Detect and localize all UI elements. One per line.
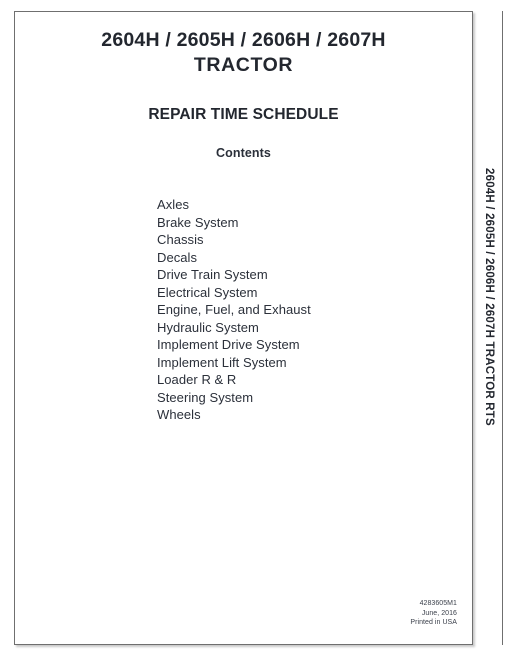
contents-list-item[interactable]: Implement Drive System <box>157 336 311 354</box>
contents-list-item[interactable]: Engine, Fuel, and Exhaust <box>157 301 311 319</box>
contents-list-item[interactable]: Electrical System <box>157 284 311 302</box>
title-block: 2604H / 2605H / 2606H / 2607H TRACTOR <box>14 28 473 78</box>
contents-list: Axles Brake System Chassis Decals Drive Trai… <box>157 196 311 424</box>
spine-label-text: 2604H / 2605H / 2606H / 2607H TRACTOR RT… <box>482 168 495 426</box>
section-title: REPAIR TIME SCHEDULE <box>148 106 339 123</box>
contents-list-item[interactable]: Decals <box>157 249 311 267</box>
contents-heading: Contents <box>216 146 271 160</box>
contents-list-item[interactable]: Wheels <box>157 406 311 424</box>
page-edge-rule <box>502 11 503 645</box>
contents-list-item[interactable]: Loader R & R <box>157 371 311 389</box>
footer-date: June, 2016 <box>421 609 457 617</box>
contents-list-item[interactable]: Drive Train System <box>157 266 311 284</box>
footer-imprint: 4283605M1 June, 2016 Printed in USA <box>313 599 465 628</box>
page-title: 2604H / 2605H / 2606H / 2607H <box>101 29 386 51</box>
contents-list-item[interactable]: Hydraulic System <box>157 319 311 337</box>
footer-part-number: 4283605M1 <box>419 600 457 607</box>
spine-label: 2604H / 2605H / 2606H / 2607H TRACTOR RT… <box>477 168 499 518</box>
contents-list-item[interactable]: Steering System <box>157 389 311 407</box>
contents-list-item[interactable]: Chassis <box>157 231 311 249</box>
footer-printed-in: Printed in USA <box>410 619 457 627</box>
page-subtitle: TRACTOR <box>193 54 294 76</box>
contents-list-item[interactable]: Axles <box>157 196 311 214</box>
contents-list-item[interactable]: Implement Lift System <box>157 354 311 372</box>
contents-list-item[interactable]: Brake System <box>157 214 311 232</box>
